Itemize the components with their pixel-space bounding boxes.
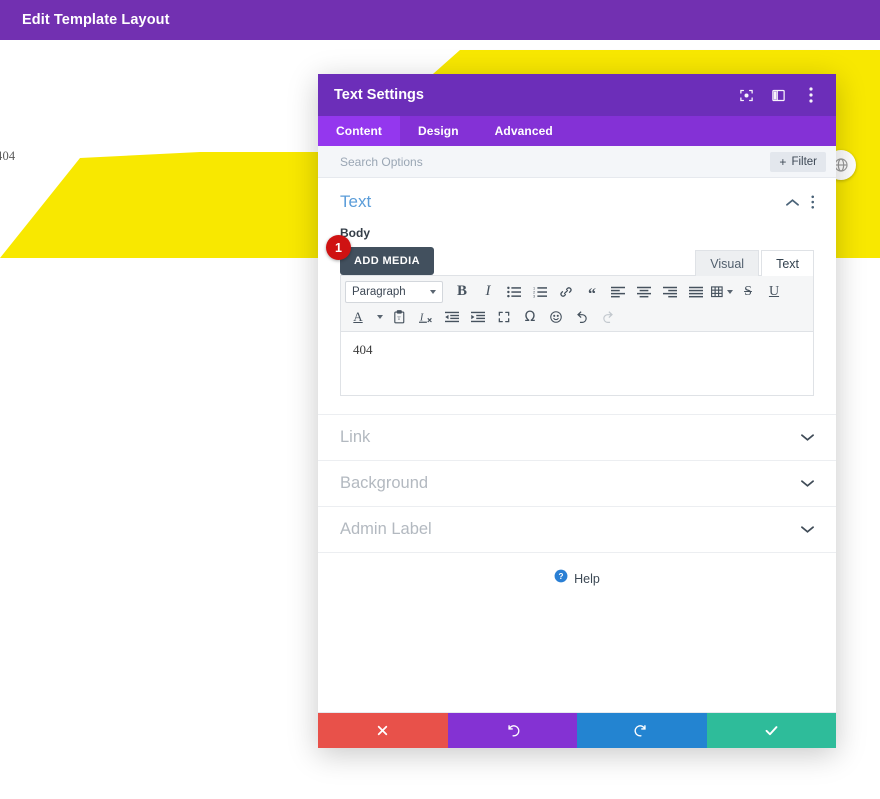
indent-icon[interactable] [465,305,491,329]
check-icon [765,726,778,736]
close-icon [378,725,388,736]
filter-button[interactable]: + Filter [770,151,826,172]
svg-text:?: ? [559,572,564,581]
admin-bar: Edit Template Layout [0,0,880,40]
text-section-more-icon[interactable] [810,195,815,209]
more-vertical-icon[interactable] [801,86,820,105]
blockquote-icon[interactable]: “ [579,280,605,304]
add-media-button[interactable]: ADD MEDIA [340,247,434,275]
align-right-icon[interactable] [657,280,683,304]
tab-visual-editor[interactable]: Visual [695,250,760,276]
fullscreen-icon[interactable] [491,305,517,329]
editor-toolbar-row-2: A T I Ω [345,304,809,329]
accordion-admin-label[interactable]: Admin Label [318,506,836,552]
clear-formatting-icon[interactable]: I [413,305,439,329]
editor-content-value: 404 [353,342,373,357]
emoji-icon[interactable] [543,305,569,329]
editor-toolbar-row-1: Paragraph B I 1 2 3 “ S U [345,279,809,304]
tab-text-editor[interactable]: Text [761,250,814,276]
tab-design[interactable]: Design [400,116,477,146]
table-icon[interactable] [709,280,735,304]
chevron-down-icon [801,479,814,488]
accordion-background-label: Background [340,474,429,492]
chevron-up-icon[interactable] [785,198,799,207]
text-color-chevron-down-icon[interactable] [371,305,387,329]
plus-icon: + [779,154,787,169]
modal-header-actions [737,86,820,105]
redo-arrow-icon [634,725,646,737]
modal-tabs: Content Design Advanced [318,116,836,146]
outdent-icon[interactable] [439,305,465,329]
text-section-title: Text [340,192,372,211]
body-editor: ADD MEDIA Visual Text Paragraph B I 1 2 … [326,235,814,396]
focus-target-icon[interactable] [737,86,756,105]
help-label: Help [574,571,600,586]
align-justify-icon[interactable] [683,280,709,304]
special-character-icon[interactable]: Ω [517,305,543,329]
text-color-icon[interactable]: A [345,305,371,329]
search-input[interactable] [340,154,771,169]
modal-body: Text Body ADD MEDIA Visual Text Paragrap… [318,178,836,712]
undo-icon[interactable] [569,305,595,329]
text-section-header: Text [340,192,814,212]
text-settings-modal: Text Settings Content Design Advanced Se… [318,74,836,748]
cancel-button[interactable] [318,713,448,748]
accordion-link[interactable]: Link [318,414,836,460]
editor-content-area[interactable]: 404 [340,331,814,396]
format-select[interactable]: Paragraph [345,280,443,303]
filter-label: Filter [791,155,817,168]
chevron-down-icon [801,525,814,534]
numbered-list-icon[interactable]: 1 2 3 [527,280,553,304]
format-select-value: Paragraph [352,285,406,298]
screen: Edit Template Layout 404 Text Settings [0,0,880,799]
bulleted-list-icon[interactable] [501,280,527,304]
tab-content[interactable]: Content [318,116,401,146]
layout-panel-icon[interactable] [769,86,788,105]
accordion-background[interactable]: Background [318,460,836,506]
align-left-icon[interactable] [605,280,631,304]
canvas-404-text: 404 [0,149,16,163]
editor-top-row: ADD MEDIA Visual Text [340,247,814,276]
bold-button[interactable]: B [449,280,475,304]
search-bar: + Filter [318,146,836,178]
modal-title: Text Settings [334,87,424,103]
modal-header: Text Settings [318,74,836,116]
strikethrough-icon[interactable]: S [735,280,761,304]
redo-button[interactable] [577,713,707,748]
help-row[interactable]: ? Help [318,552,836,588]
body-field-label: Body [340,226,370,240]
save-button[interactable] [706,713,836,748]
chevron-down-icon [430,289,436,294]
link-icon[interactable] [553,280,579,304]
svg-text:3: 3 [533,294,535,297]
tab-advanced[interactable]: Advanced [477,116,571,146]
accordion-admin-label-label: Admin Label [340,520,432,538]
question-circle-icon: ? [554,569,568,588]
svg-text:T: T [397,315,401,321]
step-badge: 1 [326,235,351,260]
editor-toolbar: Paragraph B I 1 2 3 “ S U A T I Ω [340,275,814,331]
undo-arrow-icon [508,725,520,737]
editor-mode-tabs: Visual Text [695,249,814,276]
italic-button[interactable]: I [475,280,501,304]
align-center-icon[interactable] [631,280,657,304]
page-title: Edit Template Layout [22,12,170,28]
chevron-down-icon [727,289,733,294]
underline-icon[interactable]: U [761,280,787,304]
chevron-down-icon [801,433,814,442]
undo-button[interactable] [447,713,577,748]
modal-footer [318,712,836,748]
redo-icon[interactable] [595,305,621,329]
accordion-link-label: Link [340,428,371,446]
text-section: Text Body ADD MEDIA Visual Text Paragrap… [318,178,836,414]
paste-as-text-icon[interactable]: T [387,305,413,329]
